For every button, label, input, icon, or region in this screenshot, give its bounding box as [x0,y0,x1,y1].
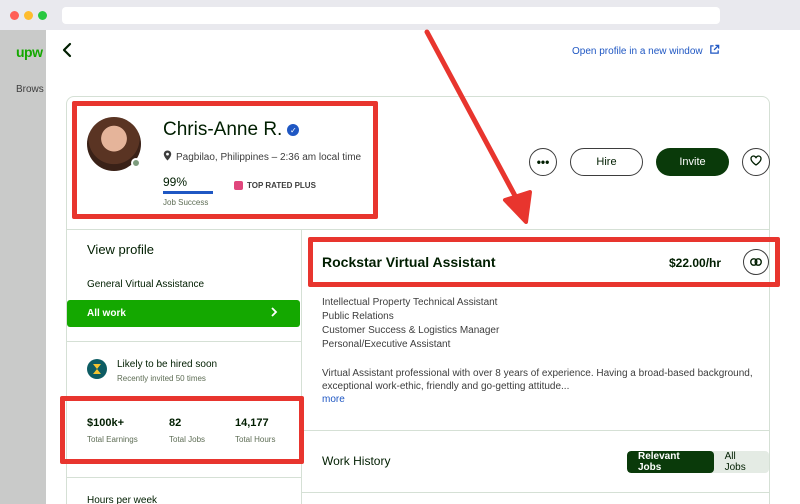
browse-label: Brows [16,84,44,95]
heart-icon [750,153,762,171]
location-pin-icon [163,150,172,164]
address-bar[interactable] [62,7,720,24]
location-text: Pagbilao, Philippines – 2:36 am local ti… [176,151,362,163]
verified-check-icon: ✓ [287,124,300,136]
badge-text: TOP RATED PLUS [247,181,316,190]
browser-chrome [0,0,800,30]
link-icon [750,253,762,271]
divider [302,430,769,431]
work-history-tabs: Relevant Jobs All Jobs [627,451,769,473]
profile-title: Rockstar Virtual Assistant [322,254,496,270]
specialty-item: Personal/Executive Assistant [322,339,451,350]
maximize-window-button[interactable] [38,11,47,20]
badge-icon [234,181,243,190]
location: Pagbilao, Philippines – 2:36 am local ti… [163,150,361,164]
tab-relevant-jobs[interactable]: Relevant Jobs [627,451,714,473]
profile-modal: Open profile in a new window Chris-Anne … [46,30,800,504]
total-earnings-value: $100k+ [87,417,125,429]
likely-hired-subtitle: Recently invited 50 times [117,374,206,383]
profile-description: Virtual Assistant professional with over… [322,368,753,392]
total-earnings-label: Total Earnings [87,435,138,444]
job-success-value: 99% [163,175,188,189]
hourglass-icon [87,359,107,379]
hire-button[interactable]: Hire [570,148,643,176]
job-success-bar-fill [163,191,213,194]
all-work-button[interactable]: All work [67,300,300,327]
divider [67,229,769,230]
minimize-window-button[interactable] [24,11,33,20]
hours-per-week-heading: Hours per week [87,495,158,504]
divider [67,341,301,342]
name-text: Chris-Anne R. [163,119,283,140]
external-link-icon [709,44,720,58]
total-hours-label: Total Hours [235,435,276,444]
more-options-button[interactable]: ••• [529,148,557,176]
work-history-heading: Work History [322,454,391,468]
top-rated-plus-badge: TOP RATED PLUS [234,181,316,190]
open-profile-new-window-link[interactable]: Open profile in a new window [572,44,720,58]
chevron-right-icon [270,307,278,320]
total-jobs-label: Total Jobs [169,435,206,444]
background-page: upw Brows [0,30,46,504]
status-dot [131,158,141,168]
divider [302,492,769,493]
copy-link-button[interactable] [743,249,769,275]
upwork-logo: upw [16,44,43,60]
job-success-label: Job Success [163,198,209,207]
freelancer-name: Chris-Anne R. ✓ [163,119,300,141]
column-divider [301,229,302,504]
hourly-rate: $22.00/hr [669,256,722,270]
category-general-virtual-assistance[interactable]: General Virtual Assistance [87,279,204,290]
likely-hired-title: Likely to be hired soon [117,359,218,370]
specialty-item: Public Relations [322,311,394,322]
profile-card: Chris-Anne R. ✓ Pagbilao, Philippines – … [66,96,770,504]
divider [67,397,301,398]
total-jobs-value: 82 [169,417,182,429]
divider [67,477,301,478]
save-favorite-button[interactable] [742,148,770,176]
back-arrow-icon[interactable] [60,42,76,58]
specialty-item: Customer Success & Logistics Manager [322,325,500,336]
more-link[interactable]: more [322,394,345,405]
job-success-bar [163,191,213,194]
close-window-button[interactable] [10,11,19,20]
invite-button[interactable]: Invite [656,148,729,176]
tab-all-jobs[interactable]: All Jobs [714,451,769,473]
open-window-label: Open profile in a new window [572,45,703,57]
view-profile-heading: View profile [87,242,154,257]
total-hours-value: 14,177 [235,417,269,429]
all-work-label: All work [87,308,126,319]
specialty-item: Intellectual Property Technical Assistan… [322,297,498,308]
